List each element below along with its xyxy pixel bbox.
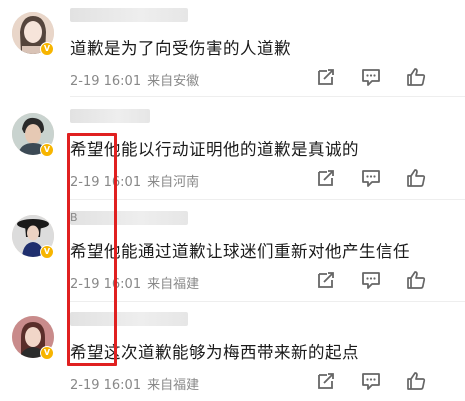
verified-badge-icon: V — [40, 143, 54, 157]
thumbs-up-icon[interactable] — [405, 66, 427, 88]
thumbs-up-icon[interactable] — [405, 370, 427, 392]
divider — [70, 96, 465, 97]
comment-location: 来自福建 — [147, 378, 200, 393]
comment-icon[interactable] — [360, 370, 382, 392]
comment-text: 道歉是为了向受伤害的人道歉 — [70, 39, 291, 58]
comment-date: 2-19 16:01 — [70, 277, 142, 292]
comment-text: 希望这次道歉能够为梅西带来新的起点 — [70, 343, 359, 362]
comment-icon[interactable] — [360, 269, 382, 291]
comment-meta: 2-19 16:01 来自福建 — [70, 273, 199, 292]
username[interactable] — [70, 109, 150, 123]
verified-badge-icon: V — [40, 42, 54, 56]
verified-badge-icon: V — [40, 346, 54, 360]
username-initial: B — [70, 211, 78, 224]
comment-item: V 希望他能以行动证明他的道歉是真诚的 2-19 16:01 来自河南 — [0, 103, 465, 203]
comment-meta: 2-19 16:01 来自福建 — [70, 374, 199, 393]
divider — [70, 301, 465, 302]
comment-location: 来自安徽 — [147, 74, 200, 89]
comment-icon[interactable] — [360, 66, 382, 88]
verified-badge-icon: V — [40, 245, 54, 259]
comment-text: 希望他能以行动证明他的道歉是真诚的 — [70, 140, 359, 159]
share-icon[interactable] — [315, 370, 337, 392]
comment-actions — [315, 167, 445, 189]
comment-actions — [315, 370, 445, 392]
comment-icon[interactable] — [360, 167, 382, 189]
username[interactable]: B — [70, 211, 188, 225]
comment-item: V B 希望他能通过道歉让球迷们重新对他产生信任 2-19 16:01 来自福建 — [0, 205, 465, 305]
thumbs-up-icon[interactable] — [405, 269, 427, 291]
username[interactable] — [70, 312, 188, 326]
divider — [70, 199, 465, 200]
comment-actions — [315, 269, 445, 291]
comment-item: V 希望这次道歉能够为梅西带来新的起点 2-19 16:01 来自福建 — [0, 306, 465, 401]
comment-meta: 2-19 16:01 来自安徽 — [70, 70, 199, 89]
share-icon[interactable] — [315, 269, 337, 291]
share-icon[interactable] — [315, 167, 337, 189]
comment-text: 希望他能通过道歉让球迷们重新对他产生信任 — [70, 242, 410, 261]
comment-date: 2-19 16:01 — [70, 175, 142, 190]
comment-meta: 2-19 16:01 来自河南 — [70, 171, 199, 190]
username[interactable] — [70, 8, 188, 22]
comment-date: 2-19 16:01 — [70, 74, 142, 89]
thumbs-up-icon[interactable] — [405, 167, 427, 189]
comment-item: V 道歉是为了向受伤害的人道歉 2-19 16:01 来自安徽 — [0, 2, 465, 102]
comment-location: 来自河南 — [147, 175, 200, 190]
comment-date: 2-19 16:01 — [70, 378, 142, 393]
comment-actions — [315, 66, 445, 88]
comment-location: 来自福建 — [147, 277, 200, 292]
share-icon[interactable] — [315, 66, 337, 88]
